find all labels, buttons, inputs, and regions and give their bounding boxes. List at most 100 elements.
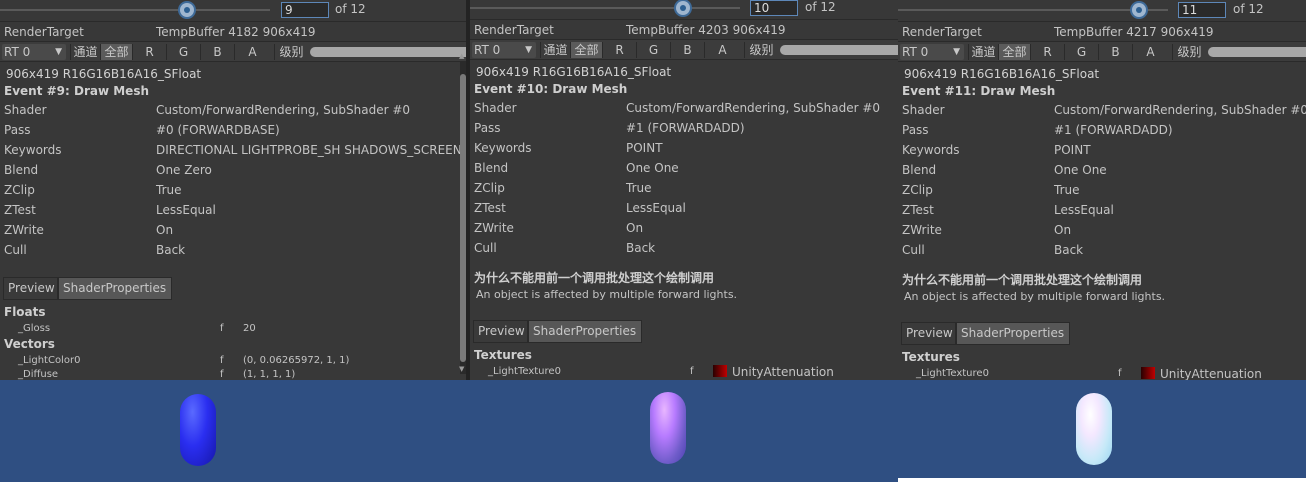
frame-debugger-panel-event-10: 10 of 12 RenderTarget TempBuffer 4203 90… <box>470 0 898 380</box>
frame-debugger-panel-event-11: 11 of 12 RenderTarget TempBuffer 4217 90… <box>898 0 1306 380</box>
prop-pass: Pass #1 (FORWARDADD) <box>898 121 1306 141</box>
rt-select[interactable]: RT 0 ▼ <box>2 44 66 60</box>
render-target-row: RenderTarget TempBuffer 4203 906x419 <box>470 19 898 39</box>
channel-g-button[interactable]: G <box>1064 44 1098 60</box>
event-index-input[interactable]: 10 <box>750 0 798 16</box>
event-slider-track[interactable] <box>898 9 1168 11</box>
prop-zwrite-label: ZWrite <box>4 223 44 237</box>
channel-g-button[interactable]: G <box>166 44 200 60</box>
textures-heading: Textures <box>474 348 532 362</box>
prop-blend-label: Blend <box>4 163 39 177</box>
vector-value: (1, 1, 1, 1) <box>243 369 296 380</box>
tab-preview[interactable]: Preview <box>3 277 58 300</box>
prop-cull-value: Back <box>1054 243 1084 257</box>
all-channels-button[interactable]: 全部 <box>100 44 132 60</box>
event-index-input[interactable]: 11 <box>1178 2 1226 18</box>
texture-thumbnail <box>713 365 727 377</box>
prop-keywords: Keywords POINT <box>898 141 1306 161</box>
event-slider-track[interactable] <box>0 9 270 11</box>
prop-zclip-label: ZClip <box>4 183 35 197</box>
all-channels-button[interactable]: 全部 <box>998 44 1030 60</box>
prop-blend-label: Blend <box>902 163 937 177</box>
channel-b-button[interactable]: B <box>200 44 234 60</box>
event-slider-thumb[interactable] <box>1132 3 1146 17</box>
prop-keywords-value: POINT <box>1054 143 1091 157</box>
vector-row-lightcolor: _LightColor0 f (0, 0.06265972, 1, 1) <box>0 355 466 369</box>
prop-ztest: ZTest LessEqual <box>898 201 1306 221</box>
prop-cull: Cull Back <box>0 241 466 261</box>
format-info: 906x419 R16G16B16A16_SFloat <box>6 67 202 81</box>
channel-a-button[interactable]: A <box>704 42 740 58</box>
tab-shader-properties[interactable]: ShaderProperties <box>58 277 172 300</box>
float-value: 20 <box>243 323 256 334</box>
rt-select[interactable]: RT 0 ▼ <box>900 44 964 60</box>
prop-cull: Cull Back <box>898 241 1306 261</box>
prop-zclip-value: True <box>1054 183 1080 197</box>
channel-b-button[interactable]: B <box>670 42 704 58</box>
scroll-down-icon[interactable]: ▼ <box>459 365 466 373</box>
texture-row: _LightTexture0 f UnityAttenuation <box>470 365 898 380</box>
render-target-label: RenderTarget <box>474 23 554 37</box>
prop-zclip: ZClip True <box>0 181 466 201</box>
channel-g-button[interactable]: G <box>636 42 670 58</box>
prop-ztest: ZTest LessEqual <box>470 199 898 219</box>
tab-preview[interactable]: Preview <box>901 322 956 345</box>
event-slider-thumb[interactable] <box>676 1 690 15</box>
channel-r-button[interactable]: R <box>132 44 166 60</box>
render-target-label: RenderTarget <box>4 25 84 39</box>
prop-pass-label: Pass <box>474 121 501 135</box>
prop-shader: Shader Custom/ForwardRendering, SubShader… <box>898 101 1306 121</box>
channel-a-button[interactable]: A <box>1132 44 1168 60</box>
tab-shader-properties[interactable]: ShaderProperties <box>528 320 642 343</box>
vector-row-diffuse: _Diffuse f (1, 1, 1, 1) <box>0 369 466 380</box>
prop-cull-label: Cull <box>474 241 497 255</box>
prop-blend-value: One Zero <box>156 163 212 177</box>
channels-button[interactable]: 通道 <box>540 42 570 58</box>
prop-blend: Blend One Zero <box>0 161 466 181</box>
channel-r-button[interactable]: R <box>1030 44 1064 60</box>
event-slider-track[interactable] <box>470 7 740 9</box>
tab-shader-properties[interactable]: ShaderProperties <box>956 322 1070 345</box>
level-slider[interactable] <box>310 47 466 57</box>
level-slider[interactable] <box>1208 47 1306 57</box>
event-title: Event #9: Draw Mesh <box>4 84 150 98</box>
channel-r-button[interactable]: R <box>602 42 636 58</box>
channel-a-button[interactable]: A <box>234 44 270 60</box>
texture-name: _LightTexture0 <box>916 368 989 379</box>
tab-preview[interactable]: Preview <box>473 320 528 343</box>
prop-blend-value: One One <box>626 161 679 175</box>
prop-zwrite: ZWrite On <box>470 219 898 239</box>
prop-zwrite-label: ZWrite <box>474 221 514 235</box>
prop-zclip-value: True <box>626 181 652 195</box>
format-info: 906x419 R16G16B16A16_SFloat <box>904 67 1100 81</box>
float-name: _Gloss <box>18 323 51 334</box>
channel-b-button[interactable]: B <box>1098 44 1132 60</box>
scroll-up-icon[interactable]: ▲ <box>459 52 466 60</box>
floats-heading: Floats <box>4 305 46 319</box>
prop-pass-value: #0 (FORWARDBASE) <box>156 123 280 137</box>
texture-name: _LightTexture0 <box>488 366 561 377</box>
channels-button[interactable]: 通道 <box>70 44 100 60</box>
render-target-toolbar: RT 0 ▼ 通道 全部 R G B A 级别 <box>898 41 1306 62</box>
level-slider[interactable] <box>780 45 898 55</box>
all-channels-button[interactable]: 全部 <box>570 42 602 58</box>
rt-select[interactable]: RT 0 ▼ <box>472 42 536 58</box>
prop-blend: Blend One One <box>470 159 898 179</box>
event-index-input[interactable]: 9 <box>281 2 329 18</box>
chevron-down-icon: ▼ <box>55 47 62 57</box>
channels-button[interactable]: 通道 <box>968 44 998 60</box>
prop-zwrite: ZWrite On <box>0 221 466 241</box>
prop-keywords-label: Keywords <box>474 141 532 155</box>
event-slider-thumb[interactable] <box>180 3 194 17</box>
event-slider-row: 11 of 12 <box>898 0 1306 20</box>
render-target-label: RenderTarget <box>902 25 982 39</box>
prop-ztest: ZTest LessEqual <box>0 201 466 221</box>
textures-heading: Textures <box>902 350 960 364</box>
float-stage: f <box>220 323 224 334</box>
chevron-down-icon: ▼ <box>953 47 960 57</box>
prop-keywords-label: Keywords <box>4 143 62 157</box>
prop-zwrite-value: On <box>156 223 174 237</box>
prop-ztest-label: ZTest <box>4 203 36 217</box>
format-info: 906x419 R16G16B16A16_SFloat <box>476 65 672 79</box>
prop-ztest-value: LessEqual <box>156 203 216 217</box>
